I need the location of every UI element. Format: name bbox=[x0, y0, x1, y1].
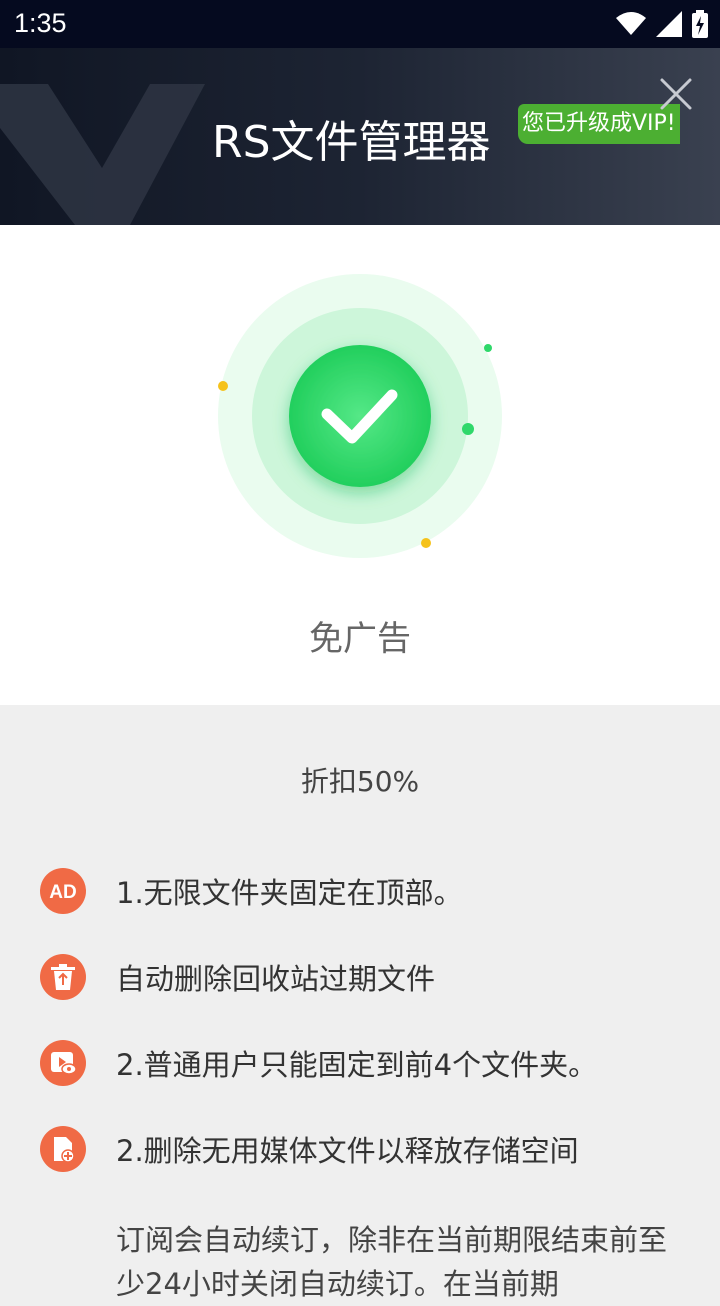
svg-text:AD: AD bbox=[49, 882, 76, 903]
header-banner: RS文件管理器 您已升级成VIP! bbox=[0, 48, 720, 225]
decor-dot bbox=[484, 344, 492, 352]
recycle-bin-icon bbox=[40, 954, 86, 1000]
list-item: AD 1.无限文件夹固定在顶部。 bbox=[40, 867, 463, 915]
feature-label: 自动删除回收站过期文件 bbox=[116, 962, 436, 996]
hero-section: 免广告 bbox=[0, 225, 720, 705]
decor-dot bbox=[462, 423, 474, 435]
close-icon[interactable] bbox=[652, 70, 700, 118]
battery-charging-icon bbox=[692, 10, 708, 38]
signal-icon bbox=[656, 11, 682, 37]
feature-label: 2.删除无用媒体文件以释放存储空间 bbox=[116, 1134, 579, 1168]
hero-caption: 免广告 bbox=[309, 619, 411, 659]
file-add-icon bbox=[40, 1126, 86, 1172]
list-item: 2.普通用户只能固定到前4个文件夹。 bbox=[40, 1039, 597, 1087]
feature-label: 2.普通用户只能固定到前4个文件夹。 bbox=[116, 1048, 598, 1082]
status-time: 1:35 bbox=[14, 8, 67, 38]
subscription-note: 订阅会自动续订，除非在当前期限结束前至少24小时关闭自动续订。在当前期 bbox=[116, 1223, 668, 1301]
decor-dot bbox=[218, 381, 228, 391]
discount-text: 折扣50% bbox=[300, 765, 420, 798]
status-icons bbox=[616, 10, 708, 38]
app-title: RS文件管理器 bbox=[212, 117, 491, 168]
list-item: 自动删除回收站过期文件 bbox=[40, 953, 435, 1001]
feature-label: 1.无限文件夹固定在顶部。 bbox=[116, 876, 463, 910]
media-view-icon bbox=[40, 1040, 86, 1086]
wifi-icon bbox=[616, 12, 646, 35]
list-item: 2.删除无用媒体文件以释放存储空间 bbox=[40, 1125, 579, 1173]
ad-icon: AD bbox=[40, 868, 86, 914]
decor-dot bbox=[421, 538, 431, 548]
status-bar: 1:35 bbox=[0, 0, 720, 48]
checkmark-emblem bbox=[218, 274, 502, 558]
